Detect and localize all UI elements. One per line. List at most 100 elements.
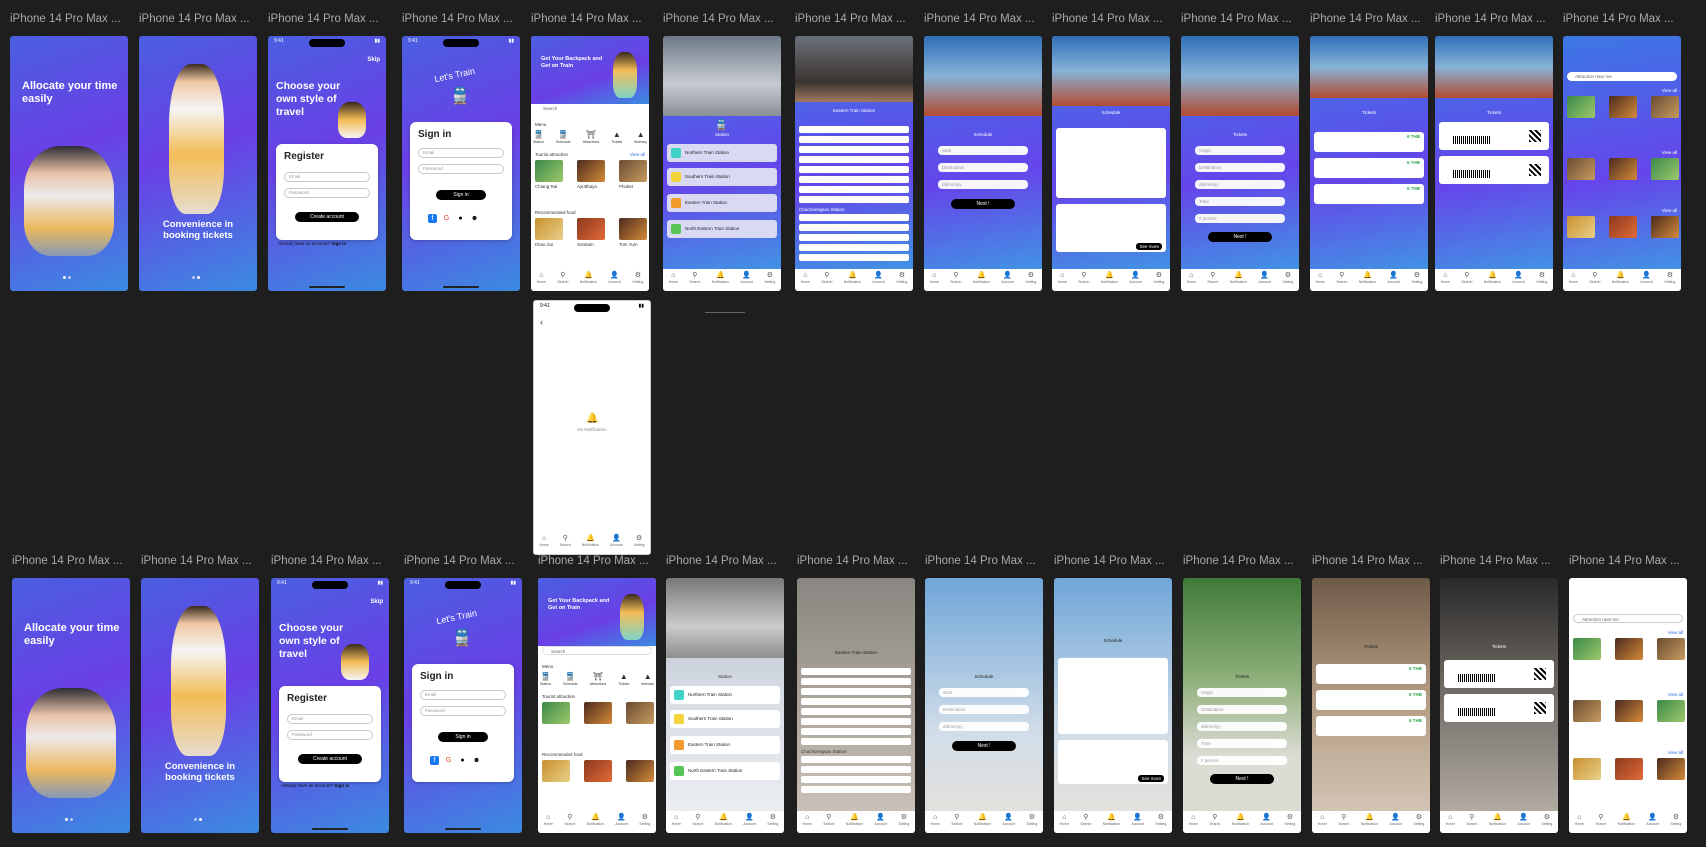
tab-setting[interactable]: ⚙ Setting	[896, 272, 907, 284]
user-icon[interactable]: ☻	[470, 214, 479, 223]
menu-attractions[interactable]: ⛩ Attractions	[590, 672, 607, 686]
tab-home[interactable]: ⌂ Home	[1060, 814, 1069, 826]
tab-notification[interactable]: 🔔 Notification	[1361, 814, 1378, 826]
tab-notification[interactable]: 🔔 Notification	[973, 272, 990, 284]
signin-link[interactable]: Sign in	[334, 783, 349, 788]
view-all-link[interactable]: View all	[630, 152, 645, 157]
tab-account[interactable]: 👤 Account	[1517, 814, 1530, 826]
food-thumb[interactable]	[626, 760, 654, 782]
place-thumb[interactable]	[1609, 158, 1637, 180]
tab-account[interactable]: 👤 Account	[1389, 814, 1402, 826]
tab-setting[interactable]: ⚙ Setting	[1413, 814, 1424, 826]
station-item[interactable]: Southern Train Station	[670, 710, 780, 728]
tab-setting[interactable]: ⚙ Setting	[764, 272, 775, 284]
menu-itinerary[interactable]: ▲ Itinerary	[641, 672, 654, 686]
origin-input[interactable]: Origin	[1195, 146, 1285, 155]
tab-home[interactable]: ⌂ Home	[669, 272, 678, 284]
view-all-link[interactable]: View all	[1662, 150, 1677, 155]
tab-home[interactable]: ⌂ Home	[803, 814, 812, 826]
search-input[interactable]: Attraction near me	[1573, 614, 1683, 623]
tab-setting[interactable]: ⚙ Setting	[1670, 814, 1681, 826]
view-all-link[interactable]: View all	[1662, 208, 1677, 213]
tab-home[interactable]: ⌂ Home	[1187, 272, 1196, 284]
search-input[interactable]: Attraction near me	[1567, 72, 1677, 81]
tab-search[interactable]: ⚲ Search	[1209, 814, 1220, 826]
apple-icon[interactable]: ●	[456, 214, 465, 223]
food-thumb[interactable]	[1657, 758, 1685, 780]
tab-search[interactable]: ⚲ Search	[1078, 272, 1089, 284]
station-item[interactable]: Northern Train Station	[670, 686, 780, 704]
destination-input[interactable]: Destination	[939, 705, 1029, 714]
station-item[interactable]: Eastern Train Station	[667, 194, 777, 212]
view-all-link[interactable]: View all	[1662, 88, 1677, 93]
date-input[interactable]: dd/mm/yy	[939, 722, 1029, 731]
tab-search[interactable]: ⚲ Search	[560, 535, 571, 547]
station-item[interactable]: Eastern Train Station	[670, 736, 780, 754]
tab-search[interactable]: ⚲ Search	[1589, 272, 1600, 284]
view-all-link[interactable]: View all	[1668, 692, 1683, 697]
place-thumb[interactable]	[577, 160, 605, 182]
destination-input[interactable]: Destination	[1197, 705, 1287, 714]
tab-home[interactable]: ⌂ Home	[930, 272, 939, 284]
menu-tickets[interactable]: ▲ Tickets	[618, 672, 629, 686]
tab-home[interactable]: ⌂ Home	[1316, 272, 1325, 284]
date-input[interactable]: dd/mm/yy	[1197, 722, 1287, 731]
password-field[interactable]: Password	[420, 706, 506, 716]
tab-home[interactable]: ⌂ Home	[801, 272, 810, 284]
tab-home[interactable]: ⌂ Home	[672, 814, 681, 826]
see-more-button[interactable]: See more	[1138, 775, 1164, 782]
see-more-button[interactable]: See more	[1136, 243, 1162, 250]
tab-account[interactable]: 👤 Account	[874, 814, 887, 826]
google-icon[interactable]: G	[442, 214, 451, 223]
tab-setting[interactable]: ⚙ Setting	[898, 814, 909, 826]
view-all-link[interactable]: View all	[1668, 750, 1683, 755]
email-field[interactable]: Email	[420, 690, 506, 700]
food-thumb[interactable]	[1615, 758, 1643, 780]
email-field[interactable]: Email	[287, 714, 373, 724]
next-button[interactable]: Next !	[951, 199, 1015, 209]
tab-account[interactable]: 👤 Account	[608, 272, 621, 284]
tab-notification[interactable]: 🔔 Notification	[1489, 814, 1506, 826]
start-input[interactable]: Start	[939, 688, 1029, 697]
tab-search[interactable]: ⚲ Search	[557, 272, 568, 284]
tab-notification[interactable]: 🔔 Notification	[1103, 814, 1120, 826]
origin-input[interactable]: Origin	[1197, 688, 1287, 697]
tab-setting[interactable]: ⚙ Setting	[1284, 814, 1295, 826]
tab-account[interactable]: 👤 Account	[1640, 272, 1653, 284]
start-input[interactable]: Start	[938, 146, 1028, 155]
time-input[interactable]: Time	[1197, 739, 1287, 748]
menu-schedule[interactable]: 🚆 Schedule	[563, 672, 578, 686]
place-thumb[interactable]	[1651, 96, 1679, 118]
date-input[interactable]: dd/mm/yy	[1195, 180, 1285, 189]
page-dots[interactable]	[65, 818, 73, 821]
place-thumb[interactable]	[1567, 158, 1595, 180]
signin-link[interactable]: Sign in	[331, 241, 346, 246]
tab-account[interactable]: 👤 Account	[1001, 272, 1014, 284]
tab-home[interactable]: ⌂ Home	[539, 535, 548, 547]
apple-icon[interactable]: ●	[458, 756, 467, 765]
place-thumb[interactable]	[1615, 700, 1643, 722]
tab-setting[interactable]: ⚙ Setting	[1282, 272, 1293, 284]
time-input[interactable]: Time	[1195, 197, 1285, 206]
next-button[interactable]: Next !	[952, 741, 1016, 751]
view-all-link[interactable]: View all	[1668, 630, 1683, 635]
tab-search[interactable]: ⚲ Search	[692, 814, 703, 826]
destination-input[interactable]: Destination	[938, 163, 1028, 172]
tab-account[interactable]: 👤 Account	[1002, 814, 1015, 826]
tab-home[interactable]: ⌂ Home	[1569, 272, 1578, 284]
tab-home[interactable]: ⌂ Home	[1446, 814, 1455, 826]
tab-setting[interactable]: ⚙ Setting	[1155, 814, 1166, 826]
signin-button[interactable]: Sign in	[436, 190, 486, 200]
menu-itinerary[interactable]: ▲ Itinerary	[634, 130, 647, 144]
page-dots[interactable]	[194, 818, 202, 821]
tab-home[interactable]: ⌂ Home	[1441, 272, 1450, 284]
place-thumb[interactable]	[619, 160, 647, 182]
tab-setting[interactable]: ⚙ Setting	[1664, 272, 1675, 284]
food-thumb[interactable]	[535, 218, 563, 240]
food-thumb[interactable]	[619, 218, 647, 240]
tab-notification[interactable]: 🔔 Notification	[712, 272, 729, 284]
menu-station[interactable]: 🚆 Station	[533, 130, 544, 144]
place-thumb[interactable]	[542, 702, 570, 724]
tab-setting[interactable]: ⚙ Setting	[767, 814, 778, 826]
place-thumb[interactable]	[626, 702, 654, 724]
